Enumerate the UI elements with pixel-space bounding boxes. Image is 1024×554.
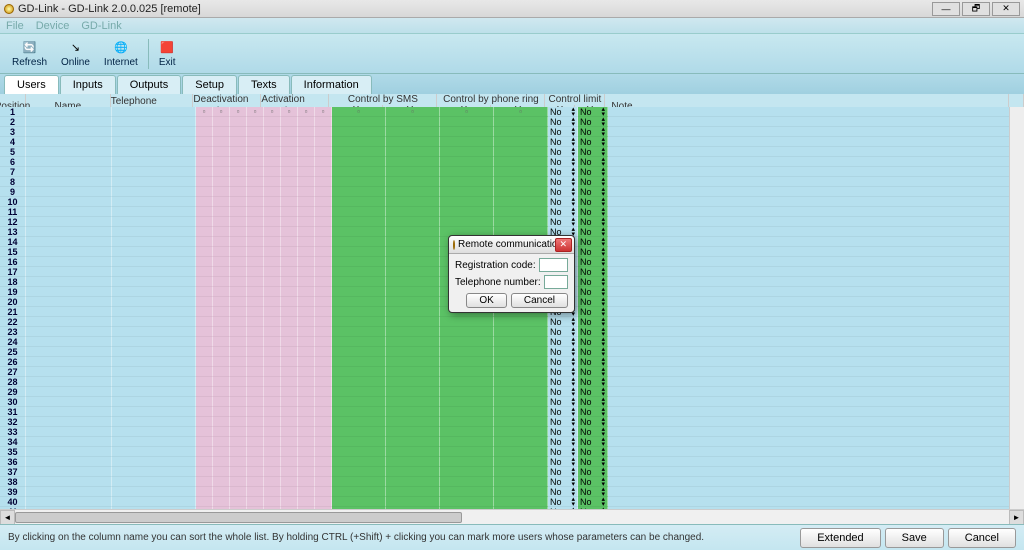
dialog-overlay: Remote communication sett... ✕ Registrat…	[0, 0, 1024, 554]
telephone-number-label: Telephone number:	[455, 277, 541, 288]
registration-code-label: Registration code:	[455, 260, 536, 271]
dialog-icon	[453, 240, 455, 250]
dialog-ok-button[interactable]: OK	[466, 293, 506, 308]
dialog-titlebar[interactable]: Remote communication sett... ✕	[449, 236, 574, 254]
dialog-body: Registration code: Telephone number: OK …	[449, 254, 574, 312]
registration-code-input[interactable]	[539, 258, 568, 272]
dialog-title-text: Remote communication sett...	[458, 239, 555, 250]
telephone-number-input[interactable]	[544, 275, 568, 289]
dialog-close-button[interactable]: ✕	[555, 238, 572, 252]
remote-comm-dialog: Remote communication sett... ✕ Registrat…	[448, 235, 575, 313]
dialog-cancel-button[interactable]: Cancel	[511, 293, 568, 308]
